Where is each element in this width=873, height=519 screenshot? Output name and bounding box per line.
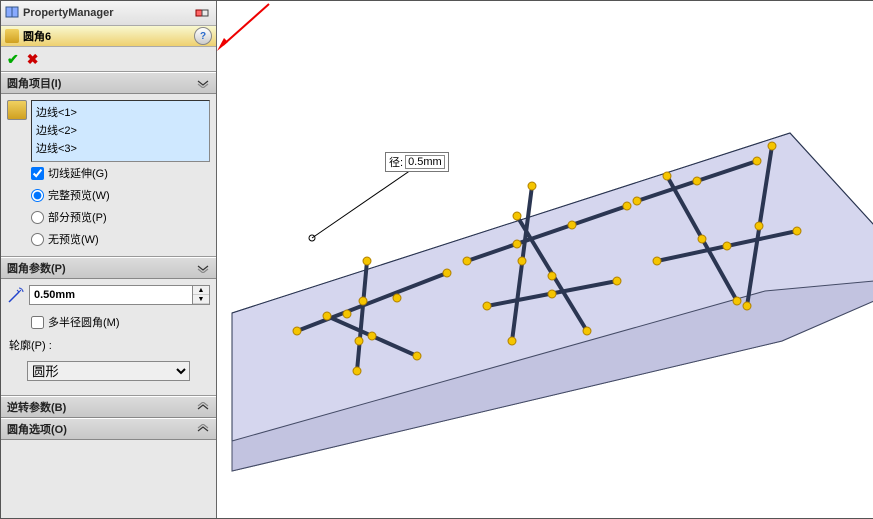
section-fillet-params: ▲ ▼ 多半径圆角(M) 轮廓(P) : 圆形 (1, 279, 216, 396)
ok-button[interactable]: ✔ (7, 51, 19, 68)
section-label: 逆转参数(B) (7, 399, 66, 415)
section-label: 圆角参数(P) (7, 260, 66, 276)
help-button[interactable]: ? (194, 27, 212, 45)
radius-input[interactable]: ▲ ▼ (29, 285, 210, 305)
chevron-up-icon (196, 261, 210, 275)
section-invert-params-header[interactable]: 逆转参数(B) (1, 396, 216, 418)
no-preview-radio-btn[interactable] (31, 233, 44, 246)
tangent-extension-checkbox[interactable] (31, 167, 44, 180)
panel-filler (1, 440, 216, 518)
pin-icon[interactable] (194, 6, 212, 20)
chevron-up-icon (196, 76, 210, 90)
property-manager-header: PropertyManager (1, 1, 216, 26)
callout-label: 径: (389, 154, 403, 170)
chevron-down-icon (196, 400, 210, 414)
edge-selection-list[interactable]: 边线<1> 边线<2> 边线<3> (31, 100, 210, 162)
no-preview-radio[interactable]: 无预览(W) (7, 228, 210, 250)
action-bar: ✔ ✖ (1, 47, 216, 72)
spinner-down[interactable]: ▼ (193, 295, 209, 304)
section-label: 圆角选项(O) (7, 421, 67, 437)
checkbox-label: 切线延伸(G) (48, 165, 108, 181)
feature-name: 圆角6 (23, 28, 190, 44)
edge-selection-icon (7, 100, 27, 120)
partial-preview-radio[interactable]: 部分预览(P) (7, 206, 210, 228)
radio-label: 无预览(W) (48, 231, 99, 247)
profile-label: 轮廓(P) : (7, 333, 210, 357)
section-label: 圆角项目(I) (7, 75, 61, 91)
book-icon (5, 5, 19, 22)
radio-label: 部分预览(P) (48, 209, 107, 225)
spinner-up[interactable]: ▲ (193, 286, 209, 295)
list-item[interactable]: 边线<3> (34, 139, 207, 157)
list-item[interactable]: 边线<2> (34, 121, 207, 139)
list-item[interactable]: 边线<1> (34, 103, 207, 121)
feature-name-bar: 圆角6 ? (1, 26, 216, 47)
full-preview-radio-btn[interactable] (31, 189, 44, 202)
tangent-extension-check[interactable]: 切线延伸(G) (7, 162, 210, 184)
section-fillet-params-header[interactable]: 圆角参数(P) (1, 257, 216, 279)
multi-radius-check[interactable]: 多半径圆角(M) (7, 311, 210, 333)
cancel-button[interactable]: ✖ (27, 51, 39, 68)
callout-value[interactable]: 0.5mm (405, 155, 445, 169)
graphics-viewport[interactable]: 径: 0.5mm (217, 1, 873, 518)
section-fillet-options-header[interactable]: 圆角选项(O) (1, 418, 216, 440)
full-preview-radio[interactable]: 完整预览(W) (7, 184, 210, 206)
partial-preview-radio-btn[interactable] (31, 211, 44, 224)
pm-title-label: PropertyManager (23, 7, 113, 19)
radius-callout[interactable]: 径: 0.5mm (385, 152, 449, 172)
checkbox-label: 多半径圆角(M) (48, 314, 120, 330)
radius-icon (7, 286, 25, 304)
section-fillet-items: 边线<1> 边线<2> 边线<3> 切线延伸(G) 完整预览(W) 部分预览(P… (1, 94, 216, 257)
profile-select[interactable]: 圆形 (27, 361, 190, 381)
fillet-icon (5, 29, 19, 43)
multi-radius-checkbox[interactable] (31, 316, 44, 329)
radio-label: 完整预览(W) (48, 187, 110, 203)
radius-value[interactable] (29, 285, 193, 305)
chevron-down-icon (196, 422, 210, 436)
section-fillet-items-header[interactable]: 圆角项目(I) (1, 72, 216, 94)
